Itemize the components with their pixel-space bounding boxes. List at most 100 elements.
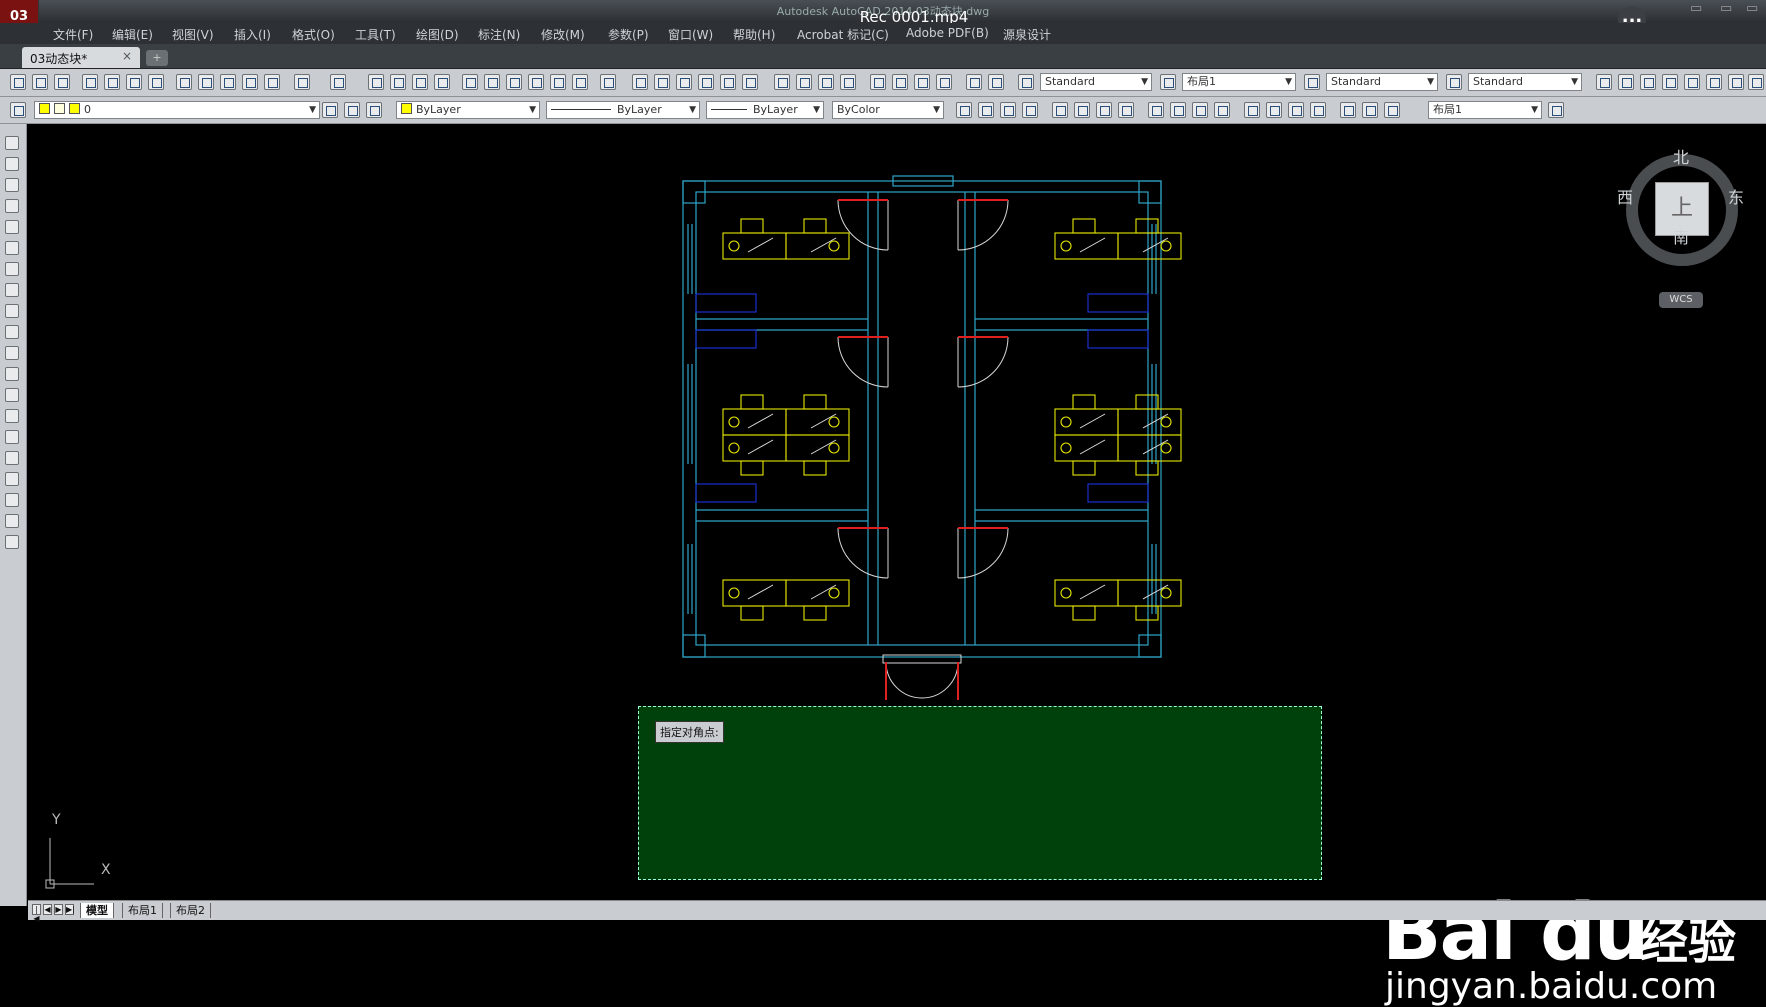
- zoom-window-icon[interactable]: [412, 74, 428, 90]
- draworder-1-icon[interactable]: [870, 74, 886, 90]
- sheet-set-icon[interactable]: [528, 74, 544, 90]
- plot-icon[interactable]: [82, 74, 98, 90]
- menu-tools[interactable]: 工具(T): [355, 26, 396, 43]
- scale-icon[interactable]: [1748, 74, 1764, 90]
- line-icon[interactable]: [5, 136, 19, 150]
- revision-cloud-icon[interactable]: [5, 283, 19, 297]
- plot-preview-icon[interactable]: [104, 74, 120, 90]
- prev-layout-icon[interactable]: ◀: [43, 904, 52, 915]
- zoom-previous-icon[interactable]: [434, 74, 450, 90]
- ellipse-arc-icon[interactable]: [5, 346, 19, 360]
- new-tab-button[interactable]: +: [146, 50, 168, 66]
- move-icon[interactable]: [1706, 74, 1722, 90]
- aligned-dim-icon[interactable]: [978, 102, 994, 118]
- first-layout-icon[interactable]: |◀: [32, 904, 41, 923]
- match-properties-icon[interactable]: [242, 74, 258, 90]
- menu-modify[interactable]: 修改(M): [541, 26, 585, 43]
- quick-dim-icon[interactable]: [1148, 102, 1164, 118]
- baseline-icon[interactable]: [1170, 102, 1186, 118]
- dim-text-edit-icon[interactable]: [1362, 102, 1378, 118]
- layer-tool-2-icon[interactable]: [654, 74, 670, 90]
- compass-south[interactable]: 南: [1673, 224, 1689, 248]
- next-layout-icon[interactable]: ▶: [54, 904, 63, 915]
- layer-tool-10-icon[interactable]: [840, 74, 856, 90]
- menu-edit[interactable]: 编辑(E): [112, 26, 153, 43]
- menu-insert[interactable]: 插入(I): [234, 26, 271, 43]
- insert-block-icon[interactable]: [5, 367, 19, 381]
- menu-dimension[interactable]: 标注(N): [478, 26, 520, 43]
- diameter-icon[interactable]: [1096, 102, 1112, 118]
- jogged-linear-icon[interactable]: [1310, 102, 1326, 118]
- redo-icon[interactable]: [330, 74, 346, 90]
- make-current-layer-icon[interactable]: [322, 102, 338, 118]
- tab-layout1[interactable]: 布局1: [122, 903, 163, 918]
- menu-format[interactable]: 格式(O): [292, 26, 335, 43]
- design-center-icon[interactable]: [484, 74, 500, 90]
- zoom-realtime-icon[interactable]: [390, 74, 406, 90]
- gradient-icon[interactable]: [5, 451, 19, 465]
- layer-tool-6-icon[interactable]: [742, 74, 758, 90]
- dim-update-icon[interactable]: [1384, 102, 1400, 118]
- continue-icon[interactable]: [1192, 102, 1208, 118]
- layer-select[interactable]: 0 ▼: [34, 101, 320, 119]
- rotate-icon[interactable]: [1728, 74, 1744, 90]
- menu-acrobat[interactable]: Acrobat 标记(C): [797, 26, 889, 43]
- hatch-icon[interactable]: [5, 430, 19, 444]
- layer-state-icon[interactable]: [366, 102, 382, 118]
- text-style-select[interactable]: Standard ▼: [1040, 73, 1152, 91]
- text-tool-2-icon[interactable]: [988, 74, 1004, 90]
- menu-help[interactable]: 帮助(H): [733, 26, 775, 43]
- draworder-3-icon[interactable]: [914, 74, 930, 90]
- copy-object-icon[interactable]: [1618, 74, 1634, 90]
- dim-layout-select[interactable]: 布局1 ▼: [1182, 73, 1296, 91]
- rectangle-icon[interactable]: [5, 220, 19, 234]
- make-block-icon[interactable]: [5, 388, 19, 402]
- region-icon[interactable]: [5, 472, 19, 486]
- construction-line-icon[interactable]: [5, 157, 19, 171]
- layer-previous-icon[interactable]: [344, 102, 360, 118]
- copy-icon[interactable]: [198, 74, 214, 90]
- array-icon[interactable]: [1684, 74, 1700, 90]
- arc-length-icon[interactable]: [1000, 102, 1016, 118]
- maximize-icon[interactable]: ▭: [1720, 1, 1732, 16]
- menu-view[interactable]: 视图(V): [172, 26, 214, 43]
- polygon-icon[interactable]: [5, 199, 19, 213]
- jogged-icon[interactable]: [1074, 102, 1090, 118]
- menu-draw[interactable]: 绘图(D): [416, 26, 459, 43]
- add-selected-icon[interactable]: [5, 535, 19, 549]
- draworder-2-icon[interactable]: [892, 74, 908, 90]
- dimension-style-select[interactable]: Standard ▼: [1326, 73, 1438, 91]
- menu-window[interactable]: 窗口(W): [668, 26, 713, 43]
- menu-parametric[interactable]: 参数(P): [608, 26, 649, 43]
- compass-north[interactable]: 北: [1673, 144, 1689, 168]
- offset-icon[interactable]: [1662, 74, 1678, 90]
- layout-select[interactable]: 布局1 ▼: [1428, 101, 1542, 119]
- menu-adobe-pdf[interactable]: Adobe PDF(B): [906, 26, 989, 40]
- ordinate-icon[interactable]: [1022, 102, 1038, 118]
- layer-tool-9-icon[interactable]: [818, 74, 834, 90]
- arc-icon[interactable]: [5, 241, 19, 255]
- text-style-icon[interactable]: [1018, 74, 1034, 90]
- mirror-icon[interactable]: [1640, 74, 1656, 90]
- tab-layout2[interactable]: 布局2: [170, 903, 211, 918]
- publish-icon[interactable]: [126, 74, 142, 90]
- table-icon[interactable]: [5, 493, 19, 507]
- paste-icon[interactable]: [220, 74, 236, 90]
- lineweight-select[interactable]: ByLayer ▼: [706, 101, 824, 119]
- properties-icon[interactable]: [462, 74, 478, 90]
- layer-tool-8-icon[interactable]: [796, 74, 812, 90]
- tolerance-icon[interactable]: [1244, 102, 1260, 118]
- linear-dim-icon[interactable]: [956, 102, 972, 118]
- menu-file[interactable]: 文件(F): [53, 26, 93, 43]
- quickcalc-icon[interactable]: [572, 74, 588, 90]
- minimize-icon[interactable]: ▭: [1690, 1, 1702, 16]
- layer-tool-4-icon[interactable]: [698, 74, 714, 90]
- layer-tool-3-icon[interactable]: [676, 74, 692, 90]
- multiline-text-icon[interactable]: [5, 514, 19, 528]
- center-mark-icon[interactable]: [1266, 102, 1282, 118]
- last-layout-icon[interactable]: ▶|: [65, 904, 75, 915]
- ellipse-icon[interactable]: [5, 325, 19, 339]
- compass-east[interactable]: 东: [1728, 184, 1744, 208]
- polyline-icon[interactable]: [5, 178, 19, 192]
- open-file-icon[interactable]: [32, 74, 48, 90]
